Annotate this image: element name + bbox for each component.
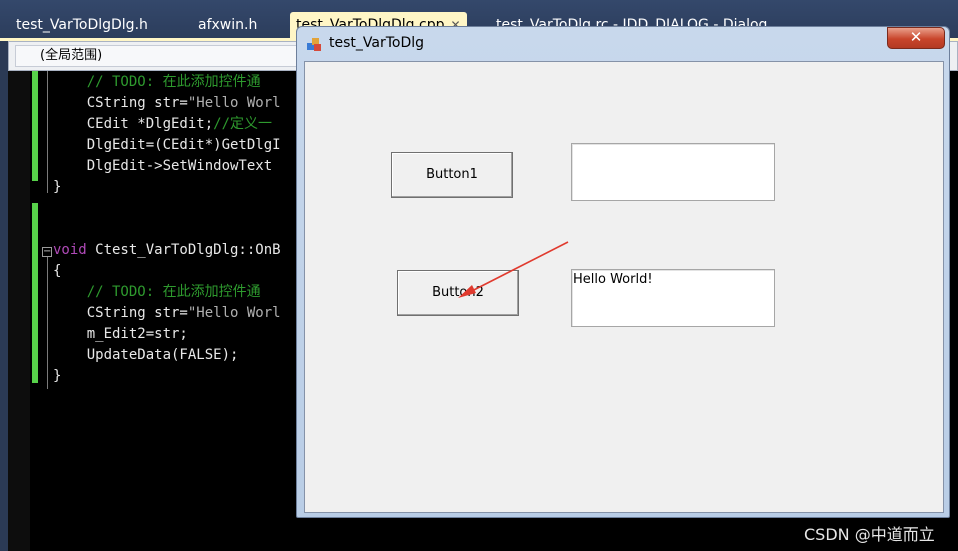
button1[interactable]: Button1 bbox=[391, 152, 513, 198]
watermark: CSDN @中道而立 bbox=[804, 525, 935, 544]
code-token: //定义一 bbox=[213, 116, 273, 132]
code-token: } bbox=[53, 368, 62, 384]
code-token: CString str= bbox=[86, 305, 188, 321]
code-token: void bbox=[53, 242, 87, 258]
code-line: void Ctest_VarToDlgDlg::OnB bbox=[53, 240, 281, 261]
code-line: CString str="Hello Worl bbox=[53, 93, 281, 114]
code-token: "Hello Worl bbox=[187, 95, 281, 111]
indicator-margin bbox=[8, 71, 30, 551]
code-token: // TODO: 在此添加控件通 bbox=[86, 74, 261, 90]
code-token: // TODO: 在此添加控件通 bbox=[86, 284, 261, 300]
code-line: CString str="Hello Worl bbox=[53, 303, 281, 324]
tab-test-vartodlgdlg-h[interactable]: test_VarToDlgDlg.h bbox=[10, 14, 154, 36]
code-token: DlgEdit=(CEdit*)GetDlgI bbox=[86, 137, 281, 153]
tab-afxwin-h[interactable]: afxwin.h bbox=[192, 14, 263, 36]
collapse-icon[interactable]: − bbox=[42, 247, 52, 257]
code-token: DlgEdit->SetWindowText bbox=[86, 158, 273, 174]
app-icon bbox=[307, 38, 321, 51]
button2[interactable]: Button2 bbox=[397, 270, 519, 316]
code-line: // TODO: 在此添加控件通 bbox=[53, 282, 261, 303]
change-bar bbox=[32, 203, 38, 383]
code-line: DlgEdit->SetWindowText bbox=[53, 156, 272, 177]
dialog-client-area: Button1 Button2 Hello World! bbox=[304, 61, 944, 513]
dialog-window: test_VarToDlg ✕ Button1 Button2 Hello Wo… bbox=[296, 26, 950, 518]
scope-label: (全局范围) bbox=[40, 48, 103, 63]
code-token: UpdateData(FALSE); bbox=[86, 347, 239, 363]
scope-dropdown[interactable]: (全局范围) bbox=[15, 45, 315, 67]
edit-box-1[interactable] bbox=[571, 143, 775, 201]
dialog-title: test_VarToDlg bbox=[329, 35, 425, 51]
code-line: DlgEdit=(CEdit*)GetDlgI bbox=[53, 135, 281, 156]
close-icon: ✕ bbox=[909, 28, 923, 46]
code-token: CString str= bbox=[86, 95, 188, 111]
fold-guide bbox=[47, 257, 48, 389]
code-token: "Hello Worl bbox=[187, 305, 281, 321]
code-line: { bbox=[53, 261, 61, 282]
code-token: { bbox=[53, 263, 62, 279]
dialog-titlebar[interactable]: test_VarToDlg ✕ bbox=[297, 27, 949, 59]
change-bar bbox=[32, 71, 38, 181]
code-token: CEdit *DlgEdit; bbox=[86, 116, 214, 132]
code-line: m_Edit2=str; bbox=[53, 324, 188, 345]
code-token: m_Edit2=str; bbox=[86, 326, 188, 342]
code-line: } bbox=[53, 366, 61, 387]
code-line: // TODO: 在此添加控件通 bbox=[53, 72, 261, 93]
code-line: UpdateData(FALSE); bbox=[53, 345, 239, 366]
code-line: CEdit *DlgEdit;//定义一 bbox=[53, 114, 272, 135]
close-button[interactable]: ✕ bbox=[887, 27, 945, 49]
code-token: } bbox=[53, 179, 62, 195]
fold-guide bbox=[47, 71, 48, 193]
code-token: Ctest_VarToDlgDlg::OnB bbox=[86, 242, 281, 258]
edit-box-2[interactable]: Hello World! bbox=[571, 269, 775, 327]
code-line: } bbox=[53, 177, 61, 198]
